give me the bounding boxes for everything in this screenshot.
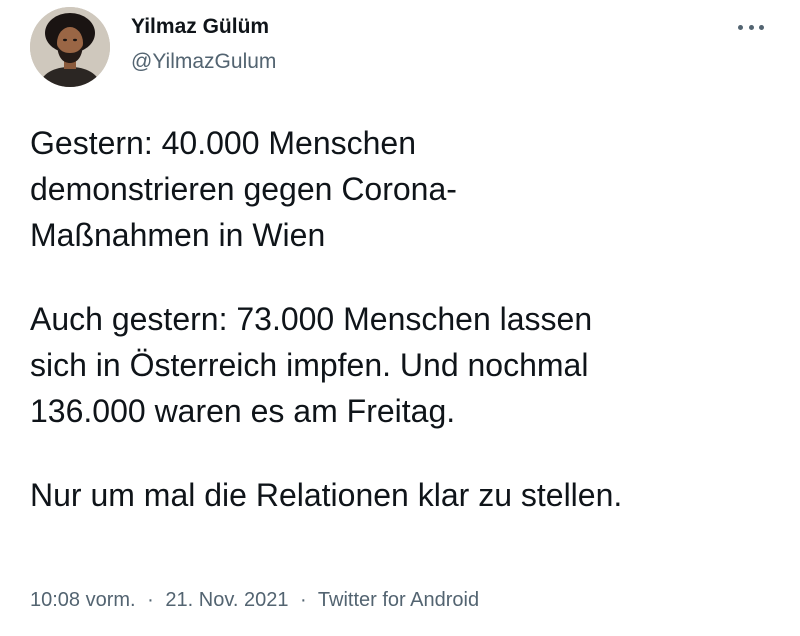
more-options-button[interactable] [734, 16, 768, 38]
separator-dot: · [300, 589, 307, 611]
more-horizontal-icon-dot [759, 24, 764, 30]
tweet-metadata: 10:08 vorm. · 21. Nov. 2021 · Twitter fo… [30, 589, 479, 612]
more-horizontal-icon [738, 24, 743, 30]
tweet-text: Gestern: 40.000 Menschen demonstrieren g… [30, 120, 770, 518]
tweet-time[interactable]: 10:08 vorm. [30, 589, 136, 611]
separator-dot: · [147, 589, 154, 611]
tweet-source[interactable]: Twitter for Android [318, 589, 479, 611]
avatar-image [30, 7, 110, 87]
more-horizontal-icon-dot [748, 24, 754, 30]
tweet-paragraph: Nur um mal die Relationen klar zu stelle… [30, 477, 623, 513]
tweet-date[interactable]: 21. Nov. 2021 [165, 589, 288, 611]
author-handle[interactable]: @YilmazGulum [131, 50, 276, 74]
tweet-paragraph: Auch gestern: 73.000 Menschen lassen sic… [30, 301, 593, 429]
author-name[interactable]: Yilmaz Gülüm [131, 15, 269, 39]
tweet-paragraph: Gestern: 40.000 Menschen demonstrieren g… [30, 125, 457, 253]
avatar[interactable] [30, 7, 110, 87]
tweet-card: Yilmaz Gülüm @YilmazGulum Gestern: 40.00… [0, 0, 800, 636]
